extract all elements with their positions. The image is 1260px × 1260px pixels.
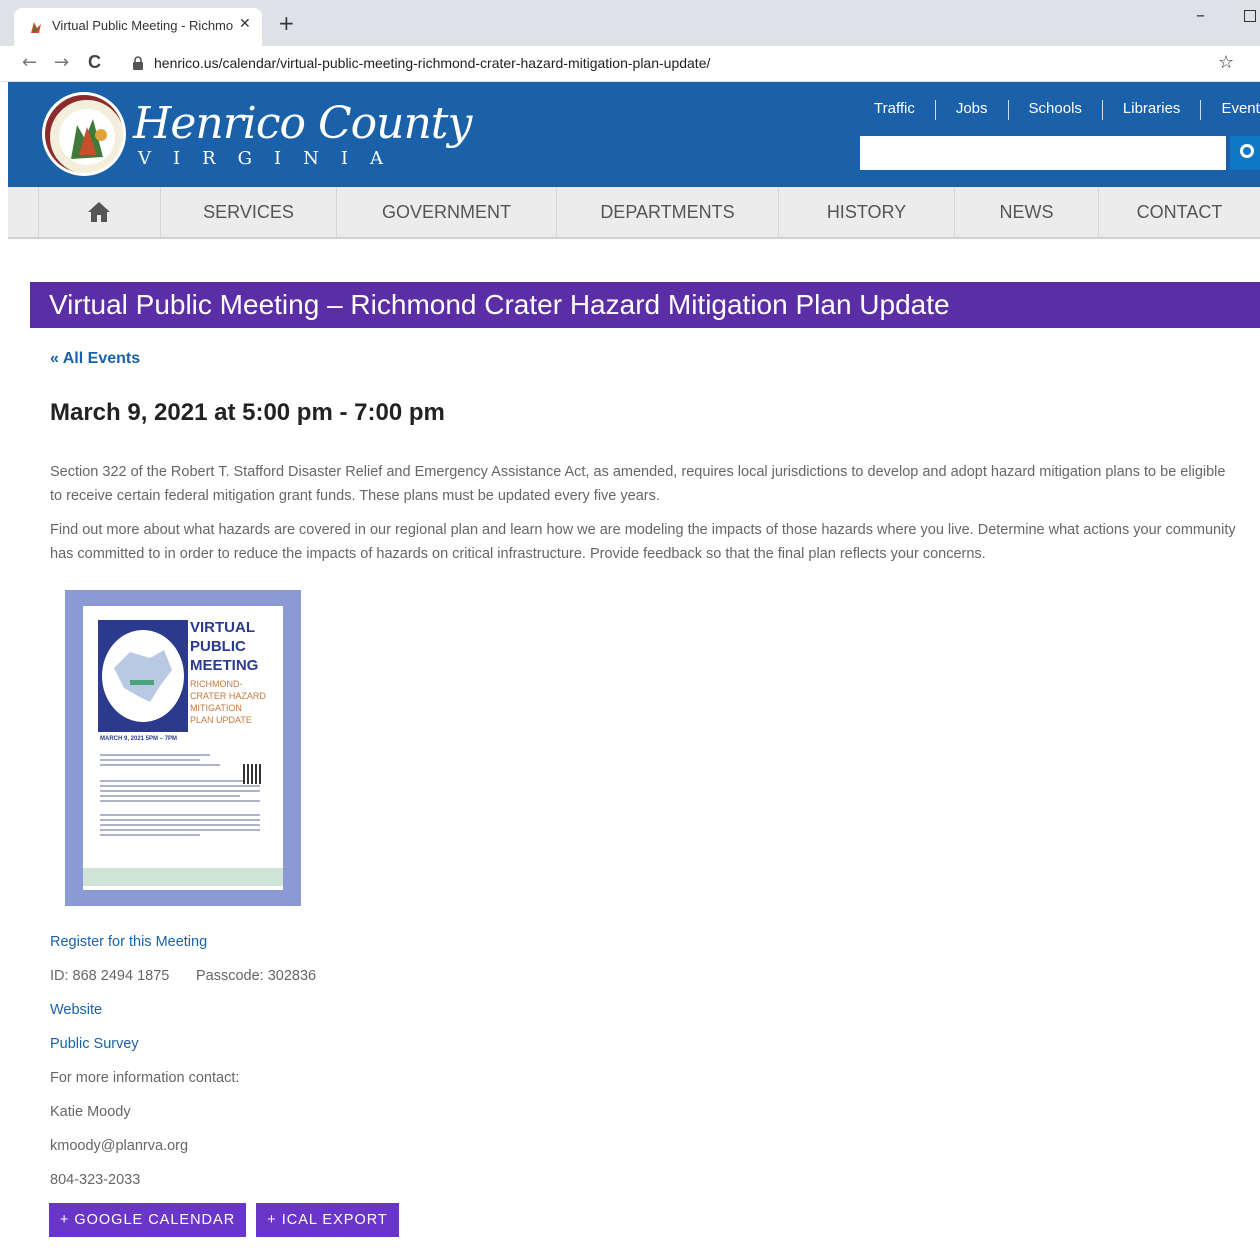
county-seal-logo[interactable] [42, 92, 126, 176]
register-link[interactable]: Register for this Meeting [50, 934, 207, 950]
flyer-heading-line: PUBLIC [190, 638, 246, 655]
nav-history[interactable]: HISTORY [778, 187, 954, 237]
browser-toolbar: ← → C henrico.us/calendar/virtual-public… [0, 46, 1260, 82]
flyer-subheading-line: CRATER HAZARD [190, 691, 266, 701]
ical-export-button[interactable]: + ICAL EXPORT [256, 1203, 399, 1237]
search-icon [1240, 144, 1254, 158]
description-paragraph-2: Find out more about what hazards are cov… [50, 522, 1236, 562]
contact-label: For more information contact: [50, 1070, 240, 1086]
seal-graphic [45, 95, 123, 173]
forward-arrow-icon[interactable]: → [54, 52, 69, 73]
address-bar[interactable]: henrico.us/calendar/virtual-public-meeti… [154, 55, 710, 71]
flyer-subheading-line: PLAN UPDATE [190, 715, 252, 725]
flyer-map-circle [102, 630, 184, 722]
divider [1007, 100, 1009, 120]
quicklink-events[interactable]: Events [1201, 100, 1260, 120]
brand-state: VIRGINIA [138, 148, 406, 169]
maximize-button[interactable] [1244, 10, 1256, 22]
flyer-subheading-line: MITIGATION [190, 703, 242, 713]
home-icon [88, 202, 110, 222]
divider [1101, 100, 1103, 120]
search-button[interactable] [1230, 136, 1260, 170]
tab-title: Virtual Public Meeting - Richmo [52, 18, 234, 33]
meeting-id: ID: 868 2494 1875 [50, 968, 170, 984]
search-input[interactable] [860, 136, 1226, 170]
nav-services[interactable]: SERVICES [160, 187, 336, 237]
contact-name: Katie Moody [50, 1104, 131, 1120]
browser-tab[interactable]: Virtual Public Meeting - Richmo ✕ [14, 8, 262, 46]
quicklink-traffic[interactable]: Traffic [854, 100, 935, 120]
nav-contact[interactable]: CONTACT [1098, 187, 1260, 237]
lock-icon[interactable] [132, 56, 144, 70]
meeting-flyer-image[interactable]: VIRTUAL PUBLIC MEETING RICHMOND- CRATER … [65, 590, 301, 906]
new-tab-button[interactable]: + [278, 13, 295, 33]
main-nav: SERVICES GOVERNMENT DEPARTMENTS HISTORY … [8, 187, 1260, 239]
website-link[interactable]: Website [50, 1002, 102, 1018]
flyer-date: MARCH 9, 2021 5PM – 7PM [100, 736, 178, 742]
contact-phone: 804-323-2033 [50, 1172, 141, 1188]
flyer-heading-line: MEETING [190, 657, 259, 674]
flyer-footer [83, 868, 283, 886]
flyer-subheading-line: RICHMOND- [190, 679, 243, 689]
description-paragraph-1: Section 322 of the Robert T. Stafford Di… [50, 464, 1226, 504]
event-date: March 9, 2021 at 5:00 pm - 7:00 pm [50, 399, 445, 426]
quicklink-libraries[interactable]: Libraries [1103, 100, 1201, 120]
henrico-favicon-icon [31, 22, 41, 33]
google-calendar-button[interactable]: + GOOGLE CALENDAR [49, 1203, 246, 1237]
qr-code-icon [243, 764, 263, 784]
region-map-graphic [114, 650, 172, 702]
back-arrow-icon[interactable]: ← [22, 52, 37, 73]
flyer-subheading: RICHMOND- CRATER HAZARD MITIGATION PLAN … [190, 678, 266, 726]
flyer-body-text [100, 754, 260, 839]
nav-news[interactable]: NEWS [954, 187, 1098, 237]
quicklink-jobs[interactable]: Jobs [936, 100, 1008, 120]
flyer-heading-line: VIRTUAL [190, 619, 255, 636]
flyer-map-panel [98, 620, 188, 732]
reload-icon[interactable]: C [88, 52, 101, 73]
meeting-passcode: Passcode: 302836 [196, 968, 317, 984]
nav-home[interactable] [38, 187, 160, 237]
brand-name[interactable]: Henrico County [133, 98, 472, 149]
all-events-link[interactable]: « All Events [50, 350, 140, 368]
page-title: Virtual Public Meeting – Richmond Crater… [49, 289, 950, 320]
flyer-heading: VIRTUAL PUBLIC MEETING [190, 618, 258, 675]
page-title-bar: Virtual Public Meeting – Richmond Crater… [30, 282, 1260, 328]
quick-links: Traffic Jobs Schools Libraries Events [854, 100, 1260, 120]
minimize-button[interactable]: – [1196, 5, 1205, 26]
bookmark-star-icon[interactable]: ☆ [1218, 52, 1234, 73]
nav-departments[interactable]: DEPARTMENTS [556, 187, 778, 237]
nav-government[interactable]: GOVERNMENT [336, 187, 556, 237]
public-survey-link[interactable]: Public Survey [50, 1036, 139, 1052]
divider [1200, 100, 1202, 120]
contact-email: kmoody@planrva.org [50, 1138, 189, 1154]
site-header: Henrico County VIRGINIA Traffic Jobs Sch… [8, 82, 1260, 187]
browser-tab-strip: Virtual Public Meeting - Richmo ✕ + – [0, 0, 1260, 46]
quicklink-schools[interactable]: Schools [1009, 100, 1102, 120]
divider [934, 100, 936, 120]
flyer-page: VIRTUAL PUBLIC MEETING RICHMOND- CRATER … [83, 606, 283, 890]
tab-close-icon[interactable]: ✕ [239, 16, 251, 32]
